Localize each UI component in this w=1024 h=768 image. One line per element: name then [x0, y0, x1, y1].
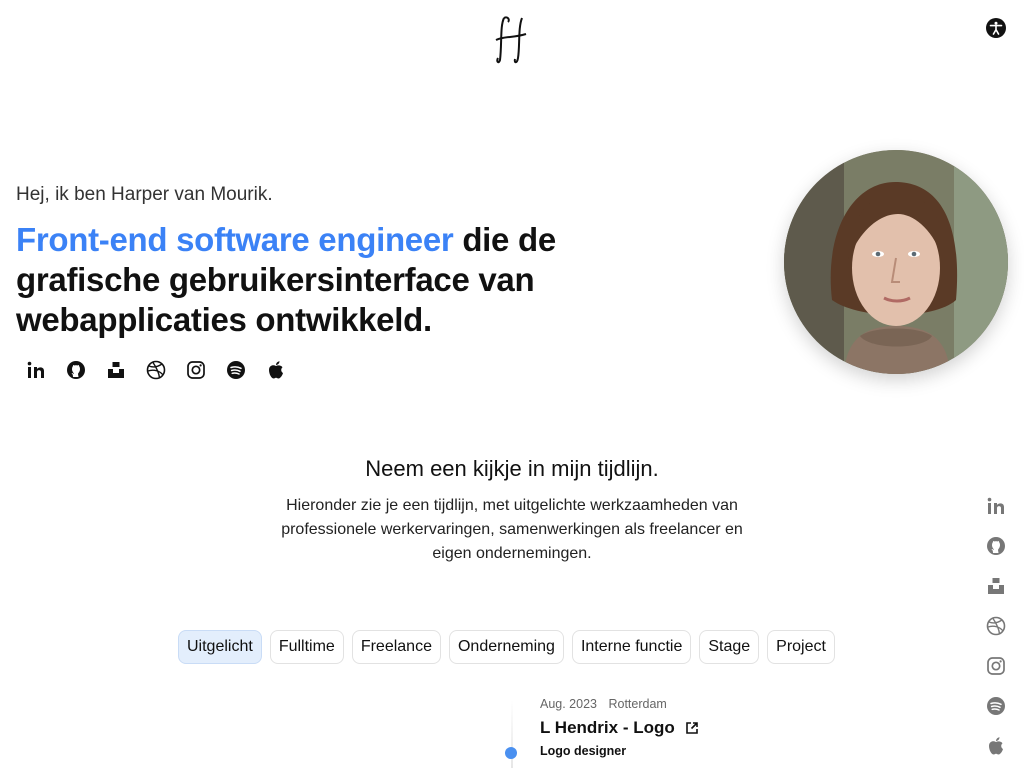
dribbble-link[interactable] — [136, 356, 176, 384]
filter-stage[interactable]: Stage — [699, 630, 760, 664]
greeting: Hej, ik ben Harper van Mourik. — [16, 184, 273, 205]
social-links — [16, 356, 296, 384]
spotify-link[interactable] — [216, 356, 256, 384]
unsplash-icon — [108, 362, 124, 378]
unsplash-link[interactable] — [96, 356, 136, 384]
linkedin-icon — [987, 497, 1004, 514]
side-social-links — [984, 486, 1008, 766]
spotify-icon — [227, 361, 245, 379]
filter-fulltime[interactable]: Fulltime — [269, 630, 344, 664]
timeline-entry-location: Rotterdam — [608, 697, 667, 711]
hero-section: Hej, ik ben Harper van Mourik. Front-end… — [16, 184, 636, 340]
side-dribbble-link[interactable] — [984, 606, 1008, 646]
side-spotify-link[interactable] — [984, 686, 1008, 726]
accessibility-icon — [989, 21, 1003, 35]
side-apple-link[interactable] — [984, 726, 1008, 766]
timeline-entry-role: Logo designer — [540, 744, 627, 758]
instagram-link[interactable] — [176, 356, 216, 384]
timeline-entry-title-link[interactable]: L Hendrix - Logo — [540, 718, 699, 738]
side-github-link[interactable] — [984, 526, 1008, 566]
linkedin-icon — [27, 361, 44, 378]
profile-photo — [784, 150, 1008, 374]
headline: Front-end software engineer die de grafi… — [16, 220, 636, 340]
apple-icon — [989, 737, 1003, 755]
timeline-dot — [505, 747, 517, 759]
filter-project[interactable]: Project — [767, 630, 835, 664]
apple-icon — [269, 361, 283, 379]
github-link[interactable] — [56, 356, 96, 384]
side-linkedin-link[interactable] — [984, 486, 1008, 526]
side-instagram-link[interactable] — [984, 646, 1008, 686]
unsplash-icon — [988, 578, 1004, 594]
apple-link[interactable] — [256, 356, 296, 384]
timeline-filters: Uitgelicht Fulltime Freelance Ondernemin… — [178, 630, 835, 664]
timeline-entry-date: Aug. 2023 — [540, 697, 597, 711]
dribbble-icon — [986, 616, 1006, 636]
filter-onderneming[interactable]: Onderneming — [448, 630, 564, 664]
signature-h-logo[interactable] — [494, 14, 530, 66]
instagram-icon — [987, 657, 1005, 675]
timeline-description: Hieronder zie je een tijdlijn, met uitge… — [281, 497, 743, 562]
linkedin-link[interactable] — [16, 356, 56, 384]
filter-freelance[interactable]: Freelance — [351, 630, 441, 664]
filter-interne-functie[interactable]: Interne functie — [571, 630, 692, 664]
spotify-icon — [987, 697, 1005, 715]
signature-h-logo-icon — [495, 16, 527, 64]
side-unsplash-link[interactable] — [984, 566, 1008, 606]
github-icon — [987, 537, 1005, 555]
portrait-image — [784, 150, 1008, 374]
accessibility-button[interactable] — [986, 18, 1006, 38]
timeline-entry-title: L Hendrix - Logo — [540, 718, 675, 737]
dribbble-icon — [146, 360, 166, 380]
timeline-intro: Neem een kijkje in mijn tijdlijn. Hieron… — [262, 456, 762, 566]
external-link-icon — [685, 722, 698, 734]
instagram-icon — [187, 361, 205, 379]
headline-accent: Front-end software engineer — [16, 221, 454, 258]
timeline-entry-meta: Aug. 2023 Rotterdam — [540, 697, 667, 711]
filter-uitgelicht[interactable]: Uitgelicht — [178, 630, 262, 664]
github-icon — [67, 361, 85, 379]
timeline-title: Neem een kijkje in mijn tijdlijn. — [365, 456, 659, 481]
